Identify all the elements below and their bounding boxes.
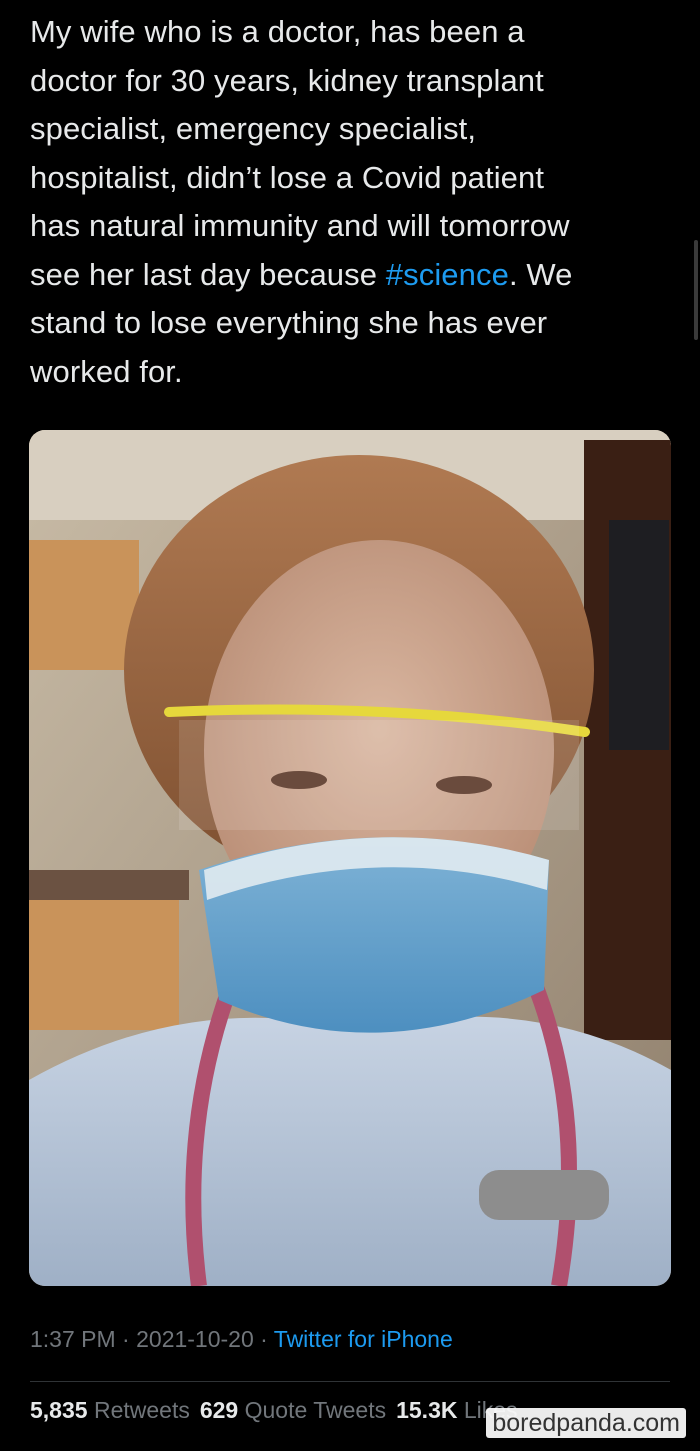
tweet-text-line: stand to lose everything she has ever <box>30 305 548 340</box>
tweet-date[interactable]: 2021-10-20 <box>136 1326 254 1352</box>
meta-separator: · <box>253 1326 274 1352</box>
tweet-text-line: has natural immunity and will tomorrow <box>30 208 570 243</box>
meta-separator: · <box>115 1326 137 1352</box>
scrollbar[interactable] <box>694 240 698 340</box>
quote-tweets-label: Quote Tweets <box>244 1397 387 1423</box>
tweet-text: My wife who is a doctor, has been a doct… <box>30 8 680 396</box>
watermark: boredpanda.com <box>486 1408 686 1438</box>
hashtag-link[interactable]: #science <box>386 257 509 292</box>
tweet-metadata: 1:37 PM · 2021-10-20 · Twitter for iPhon… <box>30 1326 453 1353</box>
quote-tweets-stat[interactable]: 629 Quote Tweets <box>200 1397 386 1423</box>
quote-tweets-count: 629 <box>199 1397 239 1423</box>
tweet-text-line: worked for. <box>30 353 183 389</box>
likes-count: 15.3K <box>396 1397 458 1423</box>
divider <box>30 1381 670 1382</box>
tweet-photo[interactable] <box>29 430 671 1286</box>
tweet-stats: 5,835 Retweets629 Quote Tweets15.3K Like… <box>30 1397 528 1424</box>
retweets-stat[interactable]: 5,835 Retweets <box>30 1397 190 1423</box>
tweet-text-line: hospitalist, didn’t lose a Covid patient <box>30 159 545 195</box>
retweets-label: Retweets <box>93 1397 190 1423</box>
tweet-text-line: My wife who is a doctor, has been a <box>30 14 525 49</box>
tweet-source-link[interactable]: Twitter for iPhone <box>274 1326 453 1352</box>
tweet-text-segment: . We <box>508 256 573 292</box>
retweets-count: 5,835 <box>30 1397 88 1423</box>
tweet-text-line: see her last day because #science. We <box>30 251 680 300</box>
photo-illustration <box>29 430 671 1286</box>
tweet-text-line: specialist, emergency specialist, <box>30 111 477 146</box>
tweet-text-line: doctor for 30 years, kidney transplant <box>30 62 544 98</box>
tweet-time[interactable]: 1:37 PM <box>30 1326 116 1352</box>
tweet-text-segment: see her last day because <box>30 256 386 292</box>
